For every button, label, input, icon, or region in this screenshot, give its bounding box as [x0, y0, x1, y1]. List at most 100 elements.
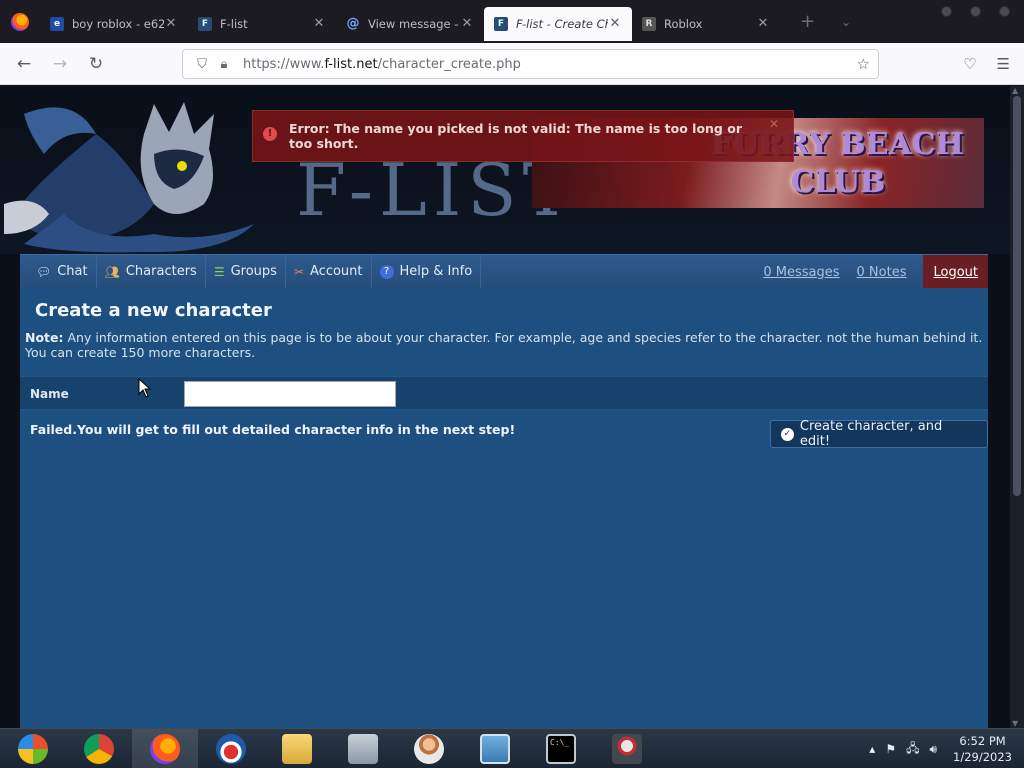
tab-title: F-list - Create Ch: [516, 16, 608, 31]
start-button[interactable]: [0, 729, 66, 768]
tab-title: Roblox: [664, 16, 703, 31]
taskbar-monitor[interactable]: [330, 729, 396, 768]
reload-icon[interactable]: ↻: [78, 54, 114, 74]
error-message: Error: The name you picked is not valid:…: [289, 121, 742, 151]
tray-expand-icon[interactable]: ▴: [869, 742, 875, 756]
firefox-menu-button[interactable]: [0, 0, 40, 43]
close-window-icon[interactable]: [999, 6, 1010, 17]
error-close-icon[interactable]: ✕: [769, 117, 779, 131]
scrollbar-thumb[interactable]: [1013, 96, 1021, 496]
menu-groups-label: Groups: [230, 264, 277, 279]
back-arrow-icon[interactable]: ←: [6, 54, 42, 74]
flist-favicon-icon: F: [198, 16, 212, 31]
people-icon: 👥︎: [104, 264, 120, 279]
taskbar-cmd[interactable]: C:\_: [528, 729, 594, 768]
page-scrollbar[interactable]: ▲ ▼: [1010, 86, 1024, 728]
network-icon[interactable]: 🖧︎: [906, 739, 919, 760]
tab-flist-create[interactable]: F F-list - Create Ch ✕: [484, 6, 632, 41]
bookmark-star-icon[interactable]: ☆: [857, 55, 870, 73]
maximize-icon[interactable]: [970, 6, 981, 17]
tab-title: boy roblox - e621: [72, 16, 164, 31]
lock-icon[interactable]: 🔒︎: [213, 57, 235, 72]
firefox-icon: [11, 12, 29, 31]
folder-icon: [282, 733, 312, 764]
terminal-icon: C:\_: [546, 733, 576, 764]
taskbar-user[interactable]: [396, 729, 462, 768]
roblox-favicon-icon: R: [642, 16, 656, 31]
new-tab-icon[interactable]: +: [800, 11, 815, 32]
photos-icon: [480, 733, 510, 764]
firefox-icon: [150, 733, 180, 764]
messages-link[interactable]: 0 Messages: [763, 265, 839, 280]
tab-flist[interactable]: F F-list ✕: [188, 7, 336, 41]
action-center-flag-icon[interactable]: ⚑: [885, 742, 896, 756]
url-text[interactable]: https://www.f-list.net/character_create.…: [243, 57, 521, 72]
volume-icon[interactable]: 🔊︎: [929, 742, 937, 757]
mouse-cursor-icon: [138, 378, 152, 398]
groups-icon: ☰: [213, 264, 225, 279]
create-character-button[interactable]: ✓ Create character, and edit!: [770, 419, 988, 449]
site-menu-bar: 💬︎ Chat 👥︎ Characters ☰ Groups ✂︎ Account ? H…: [20, 254, 988, 289]
name-row: Name: [20, 376, 988, 410]
menu-account[interactable]: ✂︎ Account: [286, 254, 372, 289]
tab-view-message[interactable]: @ View message - M ✕: [336, 7, 484, 41]
logout-link[interactable]: Logout: [923, 255, 988, 289]
shield-icon[interactable]: ⛉: [191, 57, 213, 72]
tab-e621[interactable]: e boy roblox - e621 ✕: [40, 7, 188, 41]
error-icon: !: [263, 127, 277, 141]
flist-favicon-icon: F: [494, 16, 508, 31]
failed-message: Failed.You will get to fill out detailed…: [30, 422, 516, 437]
windows-start-icon: [18, 733, 48, 764]
tab-title: F-list: [220, 16, 248, 31]
taskbar-explorer[interactable]: [264, 729, 330, 768]
tab-close-icon[interactable]: ✕: [164, 16, 178, 31]
scroll-up-icon[interactable]: ▲: [1012, 86, 1018, 95]
hamburger-menu-icon[interactable]: ☰: [997, 55, 1010, 73]
mail-favicon-icon: @: [346, 16, 360, 31]
create-character-panel: Create a new character Note: Any informa…: [20, 288, 988, 728]
menu-chat[interactable]: 💬︎ Chat: [20, 254, 97, 289]
scroll-down-icon[interactable]: ▼: [1012, 719, 1018, 728]
tab-title: View message - M: [368, 16, 460, 31]
mascot-logo: [4, 102, 254, 253]
menu-groups[interactable]: ☰ Groups: [206, 254, 286, 289]
taskbar-java[interactable]: [594, 729, 660, 768]
tab-roblox[interactable]: R Roblox ✕: [632, 7, 780, 41]
tab-close-icon[interactable]: ✕: [460, 16, 474, 31]
web-page: F-LIST FURRY BEACH CLUB ! Error: The nam…: [0, 86, 1010, 728]
menu-account-label: Account: [310, 264, 363, 279]
minimize-icon[interactable]: [941, 6, 952, 17]
menu-characters[interactable]: 👥︎ Characters: [97, 254, 206, 289]
taskbar-obama[interactable]: [198, 729, 264, 768]
taskbar-photos[interactable]: [462, 729, 528, 768]
speech-bubble-icon: 💬︎: [36, 264, 52, 279]
pocket-icon[interactable]: ♡: [963, 55, 976, 73]
taskbar-chrome[interactable]: [66, 729, 132, 768]
name-input[interactable]: [184, 381, 396, 407]
tab-close-icon[interactable]: ✕: [756, 16, 770, 31]
name-label: Name: [30, 387, 69, 401]
menu-help[interactable]: ? Help & Info: [372, 254, 482, 289]
taskbar-firefox[interactable]: [132, 728, 198, 768]
url-bar[interactable]: ⛉ 🔒︎ https://www.f-list.net/character_cr…: [182, 49, 879, 79]
page-title: Create a new character: [35, 300, 272, 321]
create-character-label: Create character, and edit!: [799, 419, 943, 449]
tools-icon: ✂︎: [293, 264, 305, 279]
forward-arrow-icon[interactable]: →: [42, 54, 78, 74]
clock-date: 1/29/2023: [953, 750, 1012, 764]
note-body: Any information entered on this page is …: [25, 330, 983, 360]
notes-link[interactable]: 0 Notes: [857, 265, 907, 280]
site-header: F-LIST FURRY BEACH CLUB ! Error: The nam…: [0, 86, 1010, 254]
system-tray: ▴ ⚑ 🖧︎ 🔊︎ 6:52 PM 1/29/2023: [869, 729, 1012, 768]
obama-logo-icon: [216, 733, 246, 764]
windows-taskbar: C:\_ ▴ ⚑ 🖧︎ 🔊︎ 6:52 PM 1/29/2023: [0, 728, 1024, 768]
clock-time: 6:52 PM: [959, 734, 1006, 748]
browser-nav-bar: ← → ↻ ⛉ 🔒︎ https://www.f-list.net/charac…: [0, 43, 1024, 85]
menu-chat-label: Chat: [57, 264, 88, 279]
list-tabs-chevron-icon[interactable]: ⌄: [841, 15, 851, 29]
tab-close-icon[interactable]: ✕: [608, 16, 622, 31]
tab-close-icon[interactable]: ✕: [312, 16, 326, 31]
clock[interactable]: 6:52 PM 1/29/2023: [953, 733, 1012, 765]
error-popup: ! Error: The name you picked is not vali…: [252, 110, 794, 162]
person-icon: [414, 733, 444, 764]
